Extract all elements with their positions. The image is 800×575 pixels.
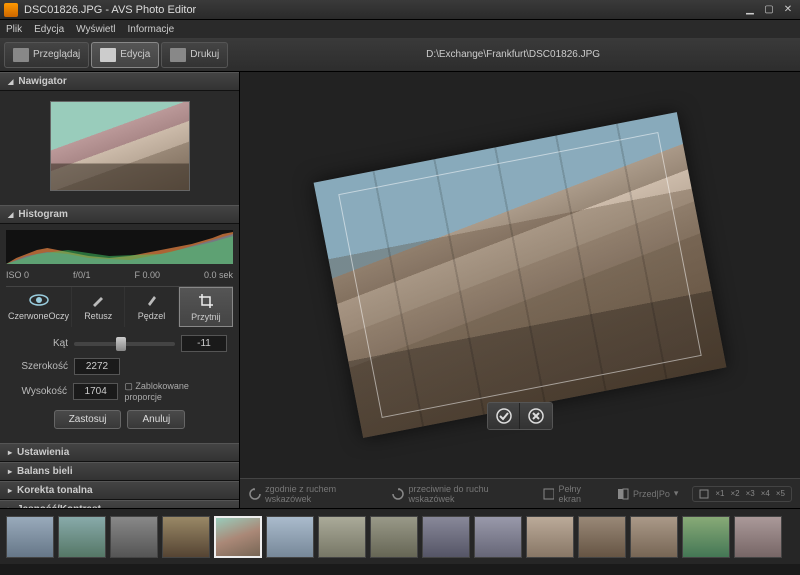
exif-fstop: f/0/1 [73, 270, 91, 280]
width-label: Szerokość [12, 361, 68, 372]
thumbnail[interactable] [526, 516, 574, 558]
window-title: DSC01826.JPG - AVS Photo Editor [24, 4, 742, 16]
exif-row: ISO 0 f/0/1 F 0.00 0.0 sek [6, 268, 233, 286]
rotate-ccw[interactable]: zgodnie z ruchem wskazówek [248, 484, 377, 504]
canvas-area: zgodnie z ruchem wskazówek przeciwnie do… [240, 72, 800, 508]
minimize-button[interactable]: ▁ [742, 3, 758, 17]
thumbnail[interactable] [578, 516, 626, 558]
compare-icon [617, 488, 629, 500]
close-button[interactable]: ✕ [780, 3, 796, 17]
menubar: Plik Edycja Wyświetl Informacje [0, 20, 800, 38]
thumbnail[interactable] [110, 516, 158, 558]
redeye-label: CzerwoneOczy [8, 311, 69, 321]
crop-icon [182, 292, 230, 310]
tool-redeye[interactable]: CzerwoneOczy [6, 287, 72, 327]
zoom-x2[interactable]: ×2 [731, 489, 740, 498]
navigator-thumbnail[interactable] [50, 101, 190, 191]
crop-label: Przytnij [191, 312, 221, 322]
fit-icon[interactable] [699, 489, 709, 499]
thumbnail[interactable] [318, 516, 366, 558]
zoom-controls: ×1 ×2 ×3 ×4 ×5 [692, 486, 792, 502]
cancel-crop-button[interactable] [520, 403, 552, 429]
angle-slider[interactable] [74, 342, 175, 346]
print-button[interactable]: Drukuj [161, 42, 228, 68]
thumbnail[interactable] [266, 516, 314, 558]
panel-navigator[interactable]: Nawigator [0, 72, 239, 91]
brush-label: Pędzel [138, 311, 166, 321]
image-preview[interactable] [314, 112, 727, 438]
eye-icon [8, 291, 69, 309]
sidebar: Nawigator Histogram ISO 0 f/0/1 F 0.00 0… [0, 72, 240, 508]
height-value[interactable]: 1704 [73, 383, 118, 400]
thumbnail[interactable] [630, 516, 678, 558]
menu-edit[interactable]: Edycja [34, 24, 64, 35]
thumbnail[interactable] [6, 516, 54, 558]
thumbnail-strip [0, 508, 800, 564]
angle-value[interactable]: -11 [181, 335, 227, 352]
rotate-cw[interactable]: przeciwnie do ruchu wskazówek [391, 484, 529, 504]
fullscreen-icon [543, 488, 554, 500]
panel-settings[interactable]: Ustawienia [0, 443, 239, 462]
thumbnail[interactable] [682, 516, 730, 558]
angle-label: Kąt [12, 338, 68, 349]
rotate-ccw-icon [248, 487, 261, 501]
file-path: D:\Exchange\Frankfurt\DSC01826.JPG [230, 49, 796, 60]
menu-view[interactable]: Wyświetl [76, 24, 115, 35]
thumbnail[interactable] [422, 516, 470, 558]
canvas-toolbar: zgodnie z ruchem wskazówek przeciwnie do… [240, 478, 800, 508]
chevron-down-icon: ▾ [674, 488, 679, 499]
browse-label: Przeglądaj [33, 49, 80, 60]
panel-tonal[interactable]: Korekta tonalna [0, 481, 239, 500]
exif-iso: ISO 0 [6, 270, 29, 280]
thumbnail[interactable] [474, 516, 522, 558]
panel-brightness[interactable]: Jasność/Kontrast [0, 500, 239, 508]
check-icon [495, 407, 513, 425]
titlebar: DSC01826.JPG - AVS Photo Editor ▁ ▢ ✕ [0, 0, 800, 20]
edit-button[interactable]: Edycja [91, 42, 159, 68]
thumbnail[interactable] [734, 516, 782, 558]
zoom-x1[interactable]: ×1 [715, 489, 724, 498]
panel-histogram[interactable]: Histogram [0, 205, 239, 224]
main-toolbar: Przeglądaj Edycja Drukuj D:\Exchange\Fra… [0, 38, 800, 72]
x-circle-icon [527, 407, 545, 425]
pencil-icon [100, 48, 116, 62]
height-label: Wysokość [12, 386, 67, 397]
tool-retouch[interactable]: Retusz [72, 287, 125, 327]
lock-checkbox[interactable]: ▢ Zablokowane proporcje [124, 381, 227, 402]
apply-button[interactable]: Zastosuj [54, 410, 122, 429]
confirm-button[interactable] [488, 403, 520, 429]
folder-icon [13, 48, 29, 62]
thumbnail[interactable] [370, 516, 418, 558]
fullscreen-button[interactable]: Pełny ekran [543, 484, 603, 504]
printer-icon [170, 48, 186, 62]
menu-file[interactable]: Plik [6, 24, 22, 35]
edit-label: Edycja [120, 49, 150, 60]
paintbrush-icon [127, 291, 175, 309]
tool-crop[interactable]: Przytnij [179, 287, 233, 327]
width-value[interactable]: 2272 [74, 358, 120, 375]
browse-button[interactable]: Przeglądaj [4, 42, 89, 68]
thumbnail[interactable] [162, 516, 210, 558]
zoom-x4[interactable]: ×4 [761, 489, 770, 498]
menu-info[interactable]: Informacje [128, 24, 175, 35]
canvas-viewport[interactable] [240, 72, 800, 478]
app-icon [4, 3, 18, 17]
thumbnail[interactable] [58, 516, 106, 558]
zoom-x3[interactable]: ×3 [746, 489, 755, 498]
brush-small-icon [74, 291, 122, 309]
compare-button[interactable]: Przed|Po ▾ [617, 488, 678, 500]
slider-handle[interactable] [116, 337, 126, 351]
exif-focal: F 0.00 [134, 270, 160, 280]
tool-brush[interactable]: Pędzel [125, 287, 178, 327]
zoom-x5[interactable]: ×5 [776, 489, 785, 498]
panel-whitebalance[interactable]: Balans bieli [0, 462, 239, 481]
print-label: Drukuj [190, 49, 219, 60]
histogram-display [6, 230, 233, 264]
rotate-cw-icon [391, 487, 404, 501]
retouch-label: Retusz [84, 311, 112, 321]
exif-shutter: 0.0 sek [204, 270, 233, 280]
thumbnail-selected[interactable] [214, 516, 262, 558]
cancel-button[interactable]: Anuluj [127, 410, 185, 429]
maximize-button[interactable]: ▢ [761, 3, 777, 17]
